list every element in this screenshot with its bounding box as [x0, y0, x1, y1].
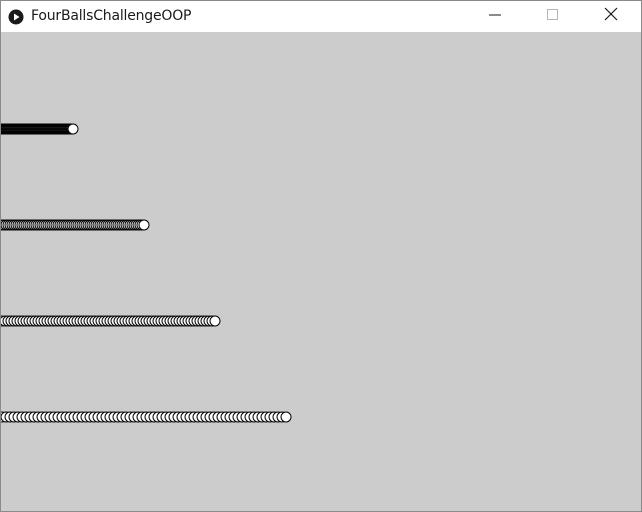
ball-4-trail: [1, 411, 292, 423]
maximize-button[interactable]: [524, 1, 582, 32]
ball-2: [138, 219, 150, 231]
ball-4: [280, 411, 292, 423]
close-button[interactable]: [582, 1, 640, 32]
ball-1-trail: [1, 123, 79, 135]
processing-play-icon: [8, 9, 24, 25]
ball-3-trail: [1, 315, 221, 327]
sketch-svg: [1, 123, 292, 423]
close-icon: [604, 7, 618, 26]
minimize-icon: [489, 8, 501, 26]
ball-1: [67, 123, 79, 135]
ball-3: [209, 315, 221, 327]
ball-2-trail: [1, 219, 150, 231]
app-window: FourBallsChallengeOOP: [0, 0, 642, 512]
minimize-button[interactable]: [466, 1, 524, 32]
window-title: FourBallsChallengeOOP: [31, 8, 192, 24]
sketch-canvas[interactable]: [1, 32, 641, 511]
title-bar[interactable]: FourBallsChallengeOOP: [1, 1, 641, 32]
maximize-icon: [547, 8, 559, 26]
